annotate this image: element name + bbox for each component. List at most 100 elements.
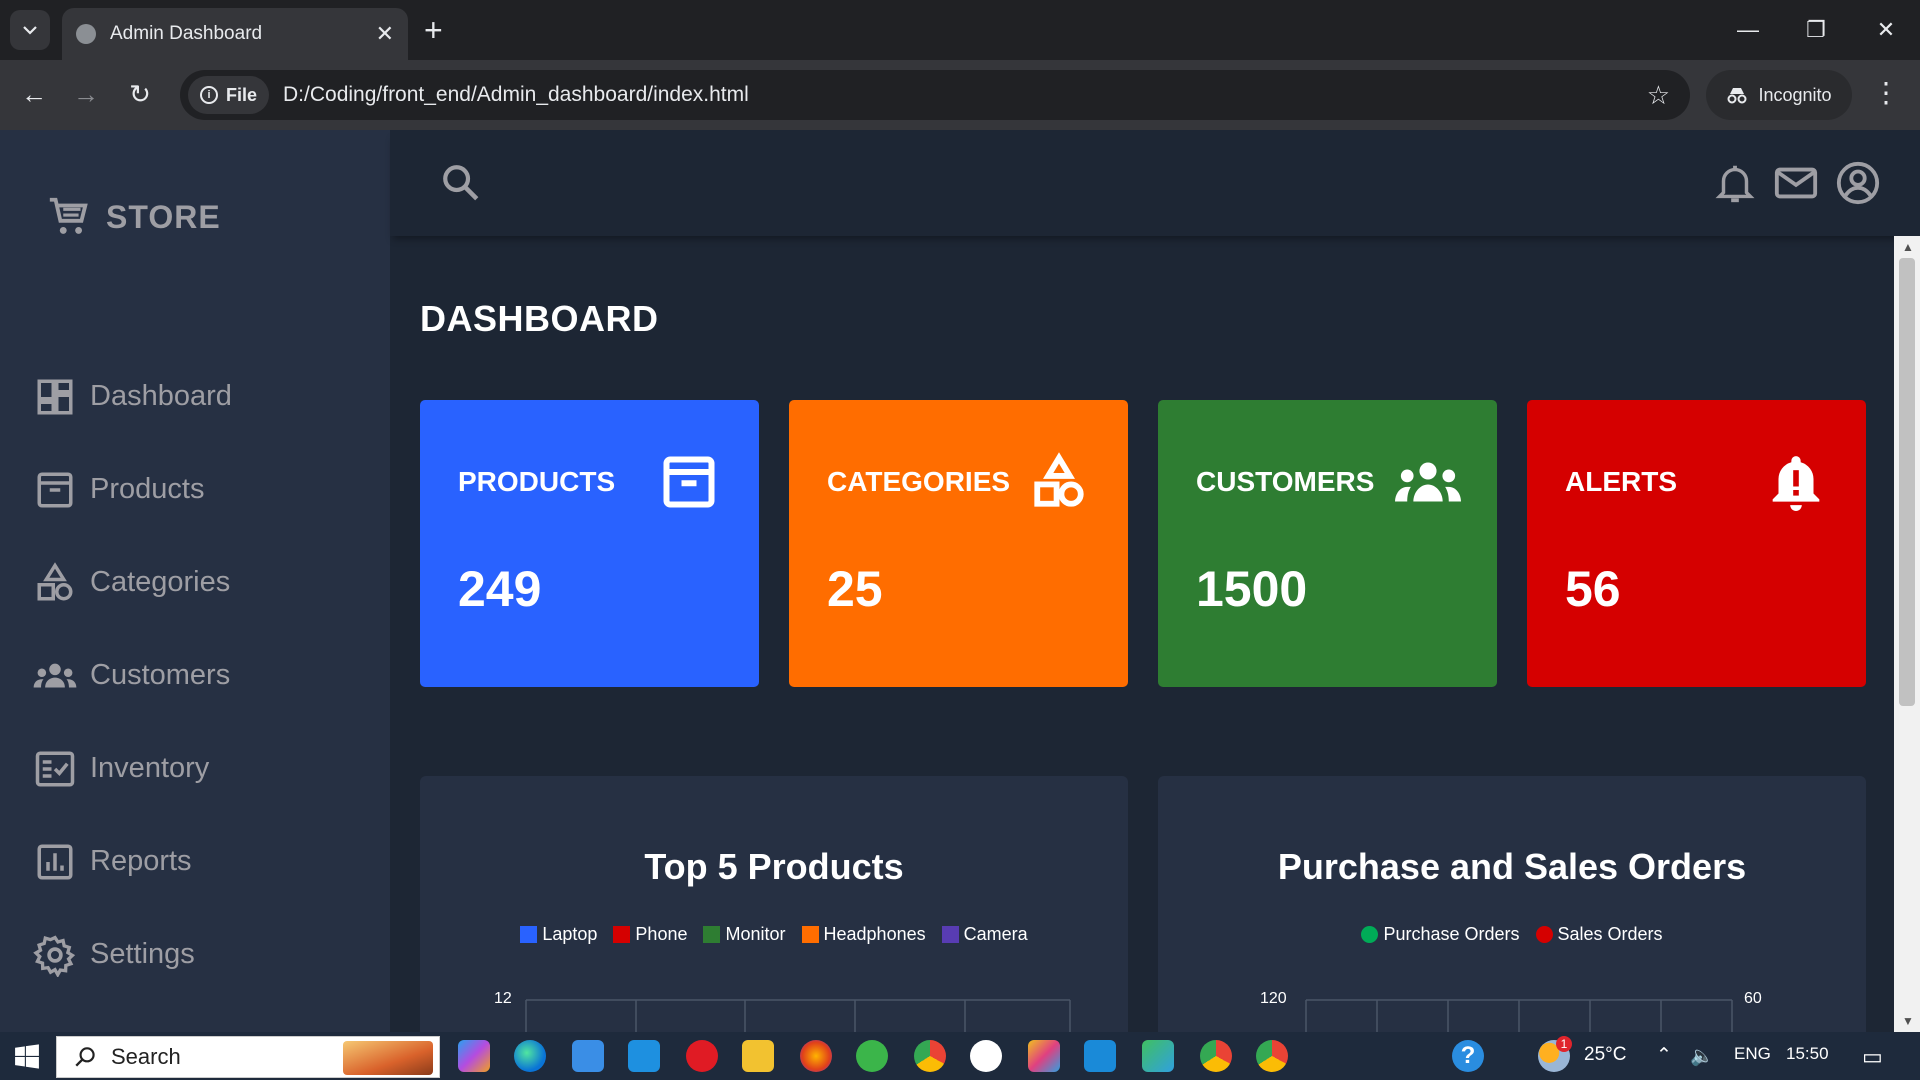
taskbar-search-label: Search xyxy=(111,1044,181,1069)
clock[interactable]: 15:50 xyxy=(1786,1044,1829,1064)
legend-item[interactable]: Sales Orders xyxy=(1535,924,1663,945)
show-hidden-icons-icon[interactable]: ⌃ xyxy=(1656,1044,1672,1067)
sidebar-item-label: Customers xyxy=(90,659,231,691)
sidebar-item-inventory[interactable]: Inventory xyxy=(0,722,390,815)
sidebar-item-label: Categories xyxy=(90,566,231,598)
scrollbar-thumb[interactable] xyxy=(1899,258,1915,706)
back-button[interactable]: ← xyxy=(14,74,54,114)
search-highlight-image xyxy=(343,1041,433,1075)
browser-menu-button[interactable]: ⋮ xyxy=(1872,76,1900,109)
tab-list-button[interactable] xyxy=(10,10,50,50)
mail-icon[interactable] xyxy=(1772,160,1820,211)
site-info-label: File xyxy=(226,84,258,105)
left-y-axis-tick-label: 120 xyxy=(1260,990,1287,1007)
legend-item[interactable]: Headphones xyxy=(801,924,926,945)
sidebar-item-label: Settings xyxy=(90,938,195,970)
customers-card[interactable]: CUSTOMERS 1500 xyxy=(1158,400,1497,687)
windows-start-icon[interactable] xyxy=(14,1044,40,1075)
brand[interactable]: STORE xyxy=(46,194,221,240)
edge-icon[interactable] xyxy=(514,1040,546,1072)
browser-tab[interactable]: Admin Dashboard ✕ xyxy=(62,8,408,60)
globe-icon xyxy=(76,24,96,44)
sidebar-item-settings[interactable]: Settings xyxy=(0,908,390,1001)
taskbar: Search ? 1 25°C ⌃ 🔈 ENG 15:50 ▭ xyxy=(0,1032,1920,1080)
bell-alert-icon xyxy=(1768,452,1824,519)
language-indicator[interactable]: ENG xyxy=(1734,1044,1771,1064)
taskbar-search[interactable]: Search xyxy=(56,1036,440,1078)
mail-app-icon[interactable] xyxy=(628,1040,660,1072)
notifications-icon[interactable] xyxy=(1712,160,1758,211)
github-icon[interactable] xyxy=(970,1040,1002,1072)
scroll-down-arrow[interactable]: ▼ xyxy=(1902,1014,1914,1028)
archive-icon xyxy=(659,452,719,517)
tab-title: Admin Dashboard xyxy=(110,23,263,44)
y-axis-tick-label: 12 xyxy=(494,990,512,1007)
archive-icon xyxy=(32,467,78,513)
sidebar-item-dashboard[interactable]: Dashboard xyxy=(0,350,390,443)
browser-tabstrip: Admin Dashboard ✕ + — ❐ ✕ xyxy=(0,0,1920,60)
minimize-button[interactable]: — xyxy=(1714,0,1782,60)
opera-icon[interactable] xyxy=(686,1040,718,1072)
incognito-indicator[interactable]: Incognito xyxy=(1706,70,1852,120)
incognito-icon xyxy=(1727,88,1747,104)
legend-item[interactable]: Phone xyxy=(613,924,687,945)
legend-item[interactable]: Laptop xyxy=(520,924,597,945)
chart-title: Purchase and Sales Orders xyxy=(1277,846,1747,887)
groups-icon xyxy=(32,653,78,699)
legend-item[interactable]: Camera xyxy=(941,924,1028,945)
products-card[interactable]: PRODUCTS 249 xyxy=(420,400,759,687)
site-info-chip[interactable]: i File xyxy=(188,76,270,114)
temperature-label[interactable]: 25°C xyxy=(1584,1044,1626,1066)
sidebar-item-label: Products xyxy=(90,473,205,505)
legend-item[interactable]: Monitor xyxy=(703,924,786,945)
chart-legend: Laptop Phone Monitor Headphones Camera xyxy=(420,924,1128,945)
git-tool-icon[interactable] xyxy=(1028,1040,1060,1072)
new-tab-button[interactable]: + xyxy=(424,12,443,48)
dashboard-icon xyxy=(32,374,78,420)
info-icon: i xyxy=(200,86,218,104)
sidebar-item-reports[interactable]: Reports xyxy=(0,815,390,908)
sidebar-nav: Dashboard Products Categories Customers … xyxy=(0,350,390,1001)
sidebar-item-products[interactable]: Products xyxy=(0,443,390,536)
address-bar[interactable]: i File D:/Coding/front_end/Admin_dashboa… xyxy=(180,70,1690,120)
firefox-icon[interactable] xyxy=(800,1040,832,1072)
forward-button[interactable]: → xyxy=(66,74,106,114)
chrome-incognito-icon[interactable] xyxy=(1200,1040,1232,1072)
legend-item[interactable]: Purchase Orders xyxy=(1361,924,1520,945)
vscode-icon[interactable] xyxy=(1084,1040,1116,1072)
account-icon[interactable] xyxy=(1834,160,1882,211)
copilot-icon[interactable] xyxy=(458,1040,490,1072)
glo-app-icon[interactable] xyxy=(856,1040,888,1072)
notifications-center-icon[interactable]: ▭ xyxy=(1862,1044,1883,1070)
poll-icon xyxy=(32,839,78,885)
page-scrollbar[interactable]: ▲ ▼ xyxy=(1894,236,1920,1032)
volume-icon[interactable]: 🔈 xyxy=(1690,1044,1714,1068)
sidebar-item-customers[interactable]: Customers xyxy=(0,629,390,722)
help-icon[interactable]: ? xyxy=(1452,1040,1484,1072)
categories-card[interactable]: CATEGORIES 25 xyxy=(789,400,1128,687)
restore-button[interactable]: ❐ xyxy=(1782,0,1850,60)
card-title: CATEGORIES xyxy=(827,466,1011,497)
scroll-up-arrow[interactable]: ▲ xyxy=(1902,240,1914,254)
reload-button[interactable]: ↻ xyxy=(120,74,160,114)
close-tab-icon[interactable]: ✕ xyxy=(376,21,394,47)
top-header xyxy=(390,130,1920,236)
card-title: CUSTOMERS xyxy=(1196,466,1375,497)
sidebar: STORE Dashboard Products Categories Cust… xyxy=(0,130,390,1032)
sidebar-item-label: Dashboard xyxy=(90,380,232,412)
chrome-icon[interactable] xyxy=(914,1040,946,1072)
url-text[interactable]: D:/Coding/front_end/Admin_dashboard/inde… xyxy=(283,83,1647,107)
close-window-button[interactable]: ✕ xyxy=(1852,0,1920,60)
app-grid-icon[interactable] xyxy=(1142,1040,1174,1072)
sidebar-item-categories[interactable]: Categories xyxy=(0,536,390,629)
search-icon[interactable] xyxy=(440,162,482,209)
shapes-icon xyxy=(1030,452,1088,517)
file-explorer-icon[interactable] xyxy=(742,1040,774,1072)
alerts-card[interactable]: ALERTS 56 xyxy=(1527,400,1866,687)
store-icon[interactable] xyxy=(572,1040,604,1072)
bar-chart-grid xyxy=(525,999,1071,1032)
bookmark-star-icon[interactable]: ☆ xyxy=(1647,80,1670,111)
right-y-axis-tick-label: 60 xyxy=(1744,990,1762,1007)
area-chart-grid xyxy=(1305,999,1733,1032)
chrome-icon-2[interactable] xyxy=(1256,1040,1288,1072)
